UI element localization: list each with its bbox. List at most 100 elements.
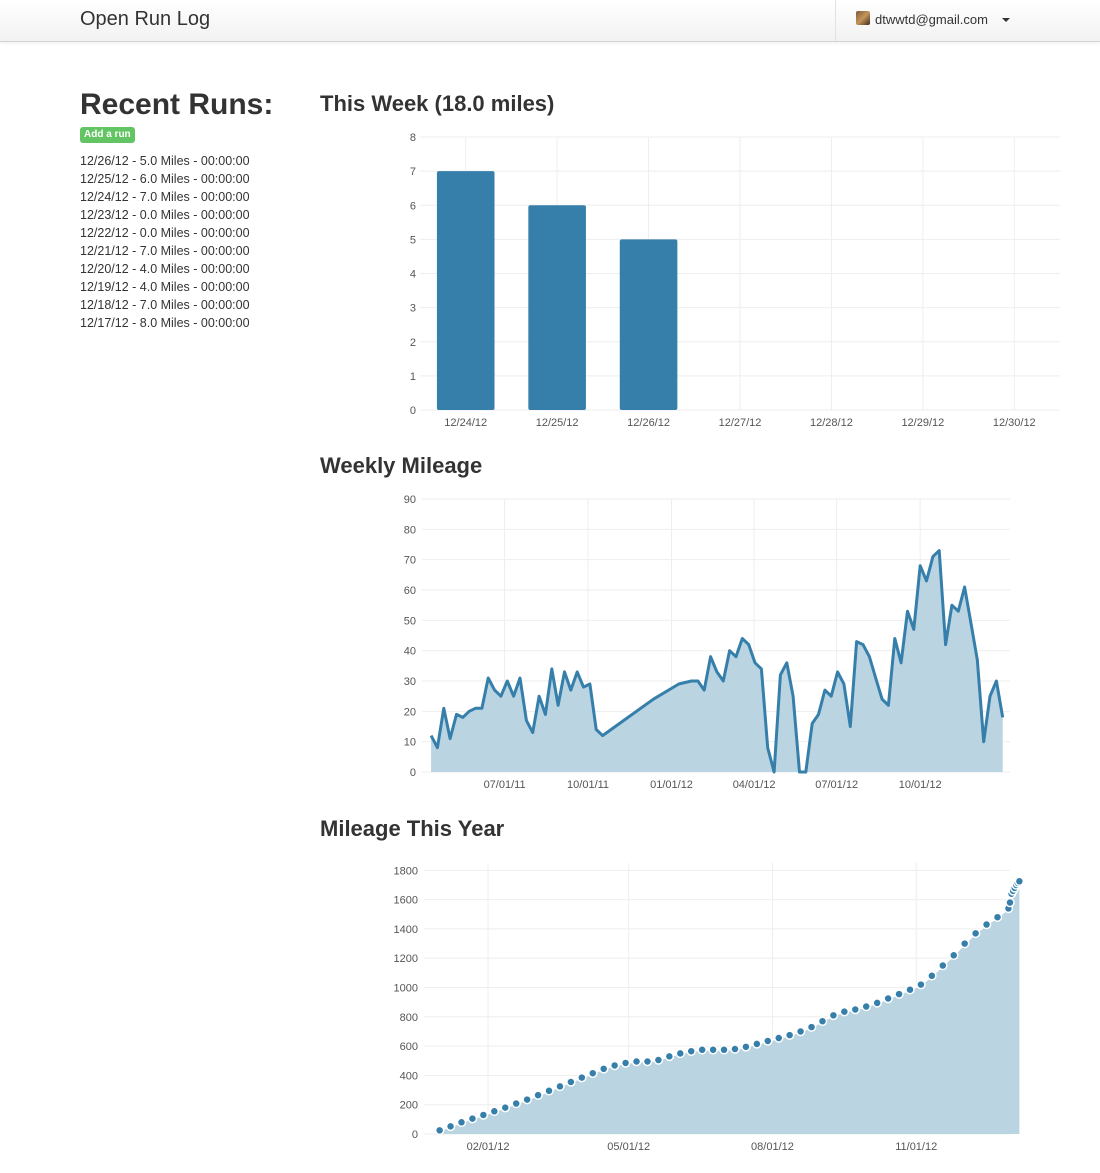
data-point — [598, 1064, 609, 1074]
data-point — [992, 912, 1003, 922]
run-item[interactable]: 12/24/12 - 7.0 Miles - 00:00:00 — [80, 188, 300, 206]
mileage-this-year-area-chart: 0 200 400 600 800 1000 1200 1400 1600 1800 02/01/1… — [394, 863, 1025, 1153]
data-point — [555, 1081, 565, 1092]
data-point — [938, 960, 948, 971]
x-tick-label: 04/01/12 — [733, 779, 776, 791]
y-tick-label: 1600 — [394, 895, 418, 907]
y-tick-label: 1400 — [394, 924, 418, 936]
y-tick-label: 90 — [404, 494, 416, 506]
data-point — [664, 1051, 675, 1062]
bar — [619, 239, 678, 410]
data-point — [653, 1055, 664, 1065]
y-tick-label: 60 — [404, 585, 416, 597]
data-point — [795, 1026, 806, 1037]
recent-runs-sidebar: Recent Runs: Add a run 12/26/12 - 5.0 Mi… — [80, 86, 300, 332]
chevron-down-icon[interactable] — [1002, 18, 1010, 22]
recent-runs-title: Recent Runs: — [80, 88, 274, 121]
data-point — [828, 1010, 839, 1021]
data-point — [566, 1077, 576, 1087]
run-item[interactable]: 12/19/12 - 4.0 Miles - 00:00:00 — [80, 278, 300, 296]
run-item[interactable]: 12/23/12 - 0.0 Miles - 00:00:00 — [80, 206, 300, 224]
y-tick-label: 4 — [410, 269, 416, 281]
y-tick-label: 400 — [400, 1070, 418, 1082]
weekly-mileage-area-chart: 0 10 20 30 40 50 60 70 80 90 07/01/11 10/01/11 01/01… — [404, 494, 1010, 791]
data-point — [620, 1058, 631, 1068]
user-avatar — [856, 11, 870, 25]
data-point — [763, 1036, 773, 1046]
data-point — [752, 1039, 762, 1049]
x-tick-label: 12/26/12 — [627, 417, 670, 429]
user-email[interactable]: dtwwtd@gmail.com — [875, 12, 988, 27]
data-point — [1014, 876, 1025, 887]
run-item[interactable]: 12/21/12 - 7.0 Miles - 00:00:00 — [80, 242, 300, 260]
data-point — [773, 1033, 784, 1043]
y-tick-label: 80 — [404, 524, 416, 536]
bar — [528, 205, 586, 410]
data-point — [719, 1045, 729, 1055]
data-point — [894, 989, 904, 999]
brand-link[interactable]: Open Run Log — [80, 8, 210, 31]
y-tick-label: 200 — [400, 1100, 418, 1112]
x-tick-label: 12/30/12 — [993, 417, 1036, 429]
data-point — [883, 993, 893, 1004]
x-tick-label: 02/01/12 — [467, 1141, 510, 1153]
data-point — [916, 979, 926, 990]
x-tick-label: 10/01/12 — [899, 779, 942, 791]
x-tick-label: 11/01/12 — [895, 1141, 937, 1153]
data-point — [642, 1056, 653, 1067]
y-tick-label: 2 — [410, 337, 416, 349]
run-item[interactable]: 12/17/12 - 8.0 Miles - 00:00:00 — [80, 314, 300, 332]
data-point — [533, 1090, 543, 1100]
bar — [436, 171, 495, 410]
data-point — [817, 1016, 828, 1026]
y-tick-label: 70 — [404, 555, 416, 567]
y-tick-label: 0 — [412, 1129, 418, 1141]
data-point — [522, 1094, 532, 1105]
y-tick-label: 3 — [410, 303, 416, 315]
run-item[interactable]: 12/26/12 - 5.0 Miles - 00:00:00 — [80, 152, 300, 170]
data-point — [434, 1125, 445, 1136]
data-point — [697, 1045, 707, 1055]
x-tick-label: 10/01/11 — [567, 779, 609, 791]
data-point — [631, 1056, 642, 1067]
y-tick-label: 600 — [400, 1041, 418, 1053]
x-tick-label: 08/01/12 — [751, 1141, 794, 1153]
data-point — [708, 1045, 718, 1055]
y-tick-label: 40 — [404, 646, 416, 658]
y-tick-label: 10 — [404, 737, 416, 749]
y-tick-label: 6 — [410, 200, 416, 212]
y-tick-label: 5 — [410, 234, 416, 246]
run-item[interactable]: 12/22/12 - 0.0 Miles - 00:00:00 — [80, 224, 300, 242]
data-point — [445, 1121, 456, 1132]
x-tick-label: 12/28/12 — [810, 417, 853, 429]
x-tick-label: 01/01/12 — [650, 779, 693, 791]
data-point — [741, 1042, 751, 1052]
data-point — [730, 1044, 740, 1054]
data-point — [609, 1060, 620, 1071]
y-tick-label: 1 — [410, 371, 416, 383]
data-point — [588, 1068, 598, 1078]
y-tick-label: 1200 — [394, 953, 418, 965]
data-point — [959, 938, 970, 949]
data-point — [905, 984, 915, 995]
data-point — [686, 1046, 696, 1056]
run-item[interactable]: 12/20/12 - 4.0 Miles - 00:00:00 — [80, 260, 300, 278]
y-tick-label: 7 — [410, 166, 416, 178]
data-point — [981, 919, 992, 930]
x-tick-label: 07/01/12 — [815, 779, 858, 791]
data-point — [1005, 897, 1015, 908]
data-point — [544, 1086, 554, 1096]
x-tick-label: 07/01/11 — [484, 779, 526, 791]
top-navbar: Open Run Log dtwwtd@gmail.com — [0, 0, 1100, 42]
add-run-button[interactable]: Add a run — [80, 127, 135, 143]
x-tick-label: 12/29/12 — [901, 417, 944, 429]
data-point — [467, 1113, 478, 1124]
run-item[interactable]: 12/18/12 - 7.0 Miles - 00:00:00 — [80, 296, 300, 314]
user-menu-dropdown[interactable]: dtwwtd@gmail.com — [835, 0, 1100, 41]
this-week-bar-chart: 0 1 2 3 4 5 6 7 8 12/24/12 12/25/12 12/26/12 12/27/1… — [410, 132, 1060, 429]
y-tick-label: 0 — [410, 405, 416, 417]
data-point — [577, 1072, 587, 1083]
data-point — [456, 1117, 467, 1128]
data-point — [872, 998, 882, 1008]
run-item[interactable]: 12/25/12 - 6.0 Miles - 00:00:00 — [80, 170, 300, 188]
